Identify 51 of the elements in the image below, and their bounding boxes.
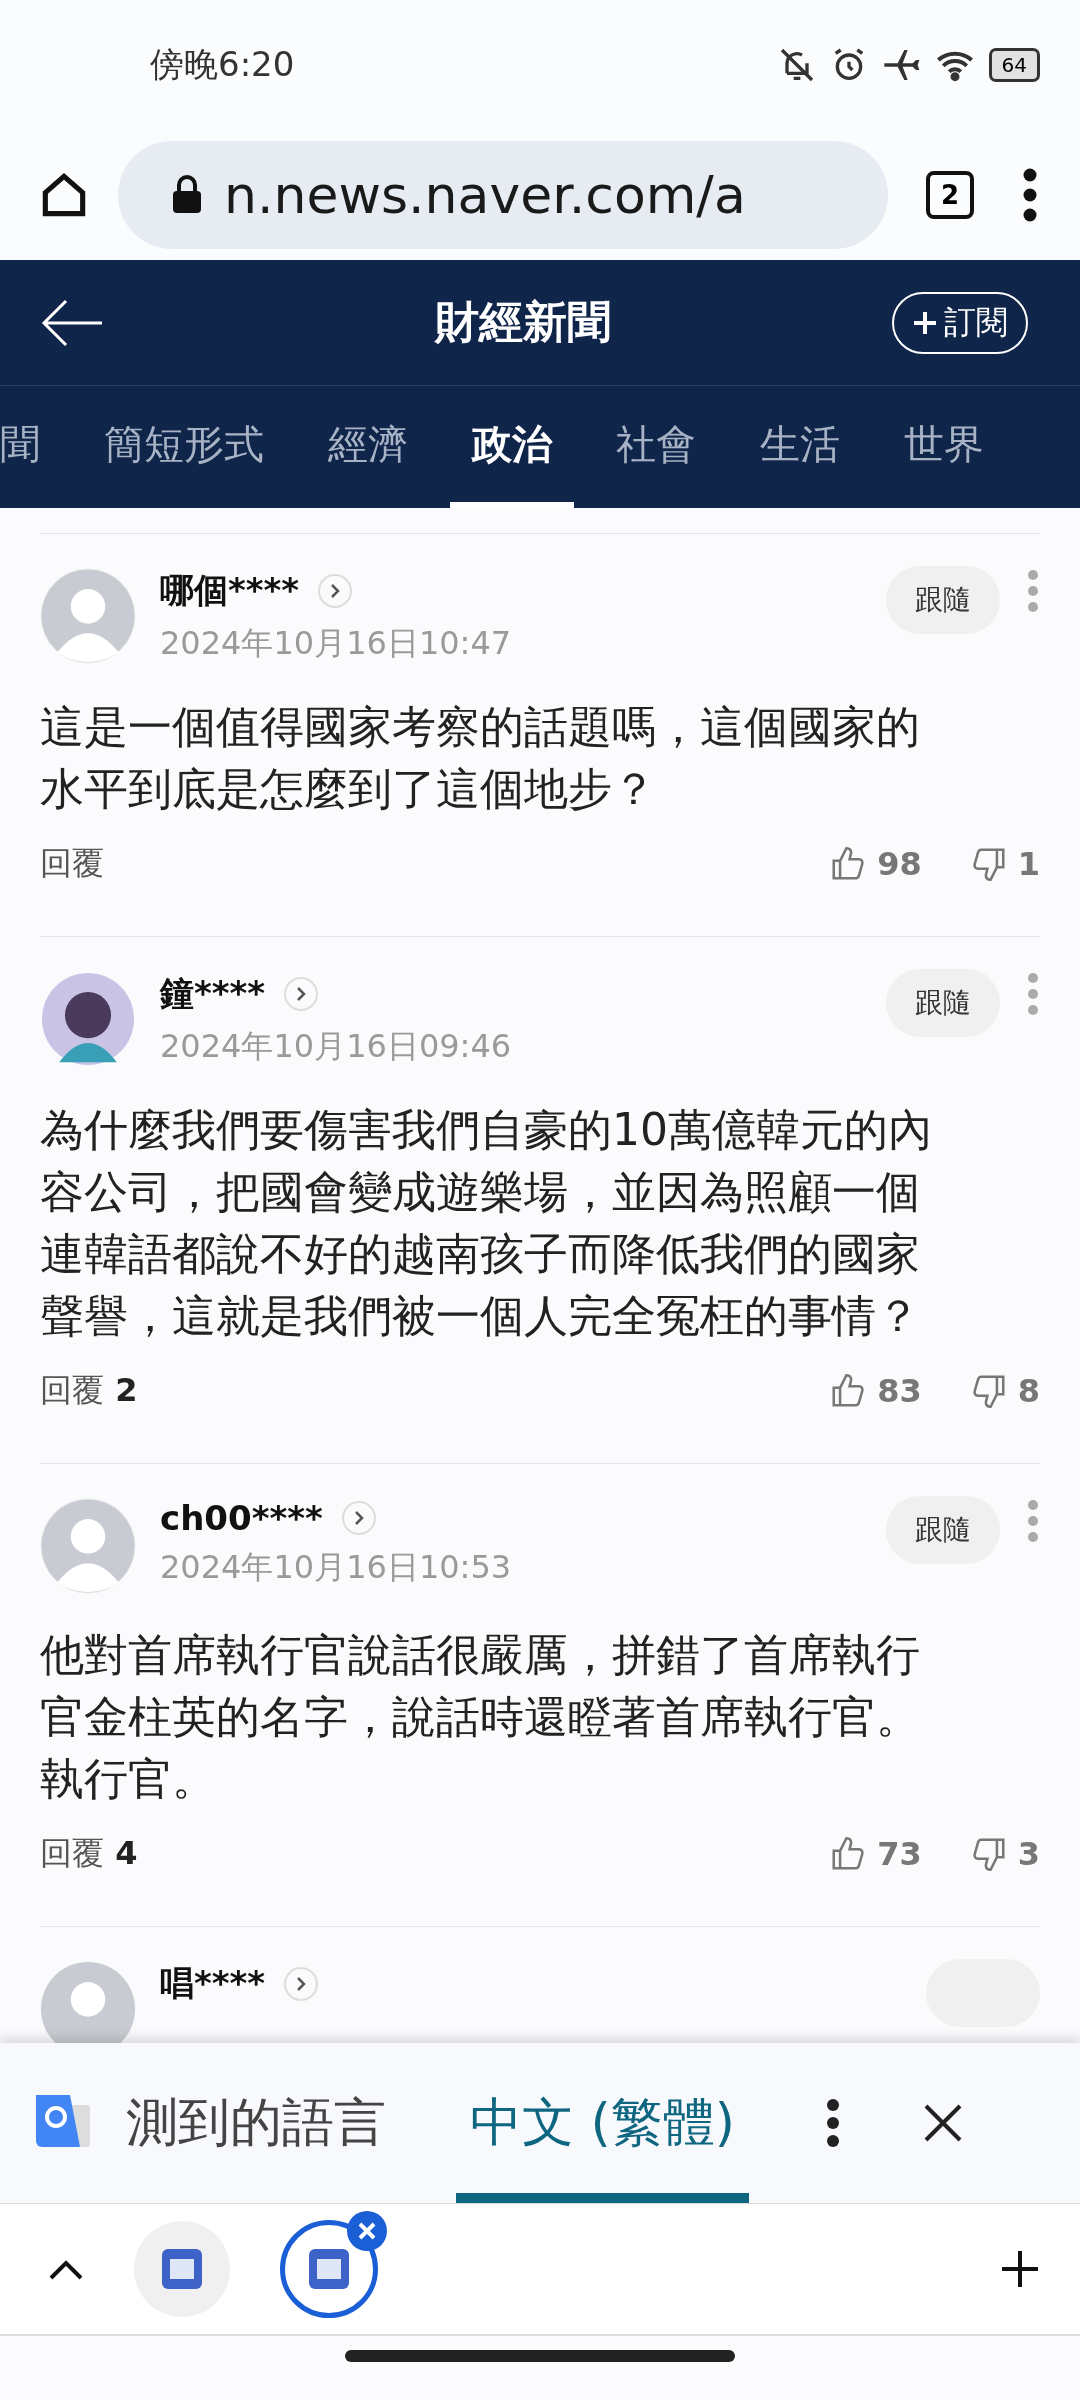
comment-date: 2024年10月16日10:53 [160, 1547, 513, 1588]
username[interactable]: 哪個**** [160, 568, 300, 614]
avatar-icon [40, 971, 136, 1067]
battery-icon: 64 [988, 48, 1040, 82]
category-tab[interactable]: 聞 [0, 386, 62, 508]
news-icon [162, 2249, 202, 2289]
chevron-right-icon[interactable] [283, 976, 320, 1012]
dislike-count: 8 [1017, 1372, 1040, 1410]
reply-button[interactable]: 回覆 2 [40, 1369, 138, 1413]
category-tab[interactable]: 政治 [450, 386, 574, 508]
avatar-icon [40, 1498, 136, 1594]
username[interactable]: ch00**** [160, 1498, 323, 1538]
category-tab[interactable]: 世界 [882, 386, 1006, 508]
category-tab[interactable]: 生活 [738, 386, 862, 508]
address-bar[interactable]: n.news.naver.com/a [118, 141, 888, 249]
dislike-count: 1 [1017, 845, 1040, 883]
chevron-right-icon[interactable] [317, 573, 354, 609]
category-tab[interactable]: 社會 [594, 386, 718, 508]
category-tab[interactable]: 簡短形式 [82, 386, 286, 508]
status-time: 傍晚6:20 [150, 43, 295, 86]
comment-text: 他對首席執行官說話很嚴厲，拼錯了首席執行官金柱英的名字，說話時還瞪著首席執行官。執行官。 [40, 1628, 921, 1806]
more-icon[interactable] [825, 2098, 842, 2148]
comment-date: 2024年10月16日09:46 [160, 1026, 513, 1067]
category-tab[interactable]: 經濟 [306, 386, 430, 508]
reply-button[interactable]: 回覆 [40, 842, 104, 886]
dislike-count: 3 [1017, 1835, 1040, 1873]
follow-button[interactable]: 跟隨 [886, 566, 1000, 634]
tab-count-button[interactable]: 2 [926, 171, 974, 219]
reply-button[interactable]: 回覆 4 [40, 1832, 138, 1876]
comment-text: 這是一個值得國家考察的話題嗎，這個國家的水平到底是怎麼到了這個地步？ [40, 700, 921, 816]
like-count: 73 [877, 1835, 922, 1873]
comment-text: 為什麼我們要傷害我們自豪的10萬億韓元的內容公司，把國會變成遊樂場，並因為照顧一個連韓語都說不好的越南孩子而降低我們的國家聲譽，這就是我們被一個人完全冤枉的事情？ [40, 1103, 933, 1343]
back-arrow-icon[interactable] [40, 297, 104, 348]
like-count: 98 [877, 845, 922, 883]
chevron-right-icon[interactable] [283, 1966, 320, 2002]
plus-icon [912, 309, 938, 336]
chevron-right-icon[interactable] [340, 1500, 377, 1536]
close-icon[interactable] [923, 2103, 964, 2143]
language-tab[interactable]: 測到的語言 [112, 2043, 400, 2203]
lock-icon [170, 175, 204, 215]
plus-icon[interactable] [1000, 2249, 1040, 2289]
subscribe-button[interactable]: 訂閱 [892, 291, 1028, 354]
page-title: 財經新聞 [433, 295, 612, 349]
comment-date: 2024年10月16日10:47 [160, 623, 513, 664]
avatar-icon [40, 568, 136, 664]
follow-button[interactable]: 跟隨 [886, 969, 1000, 1037]
username[interactable]: 唱**** [160, 1961, 266, 2007]
like-count: 83 [877, 1372, 922, 1410]
follow-button[interactable]: 跟隨 [886, 1496, 1000, 1564]
news-icon [309, 2249, 349, 2289]
username[interactable]: 鐘**** [160, 971, 266, 1017]
